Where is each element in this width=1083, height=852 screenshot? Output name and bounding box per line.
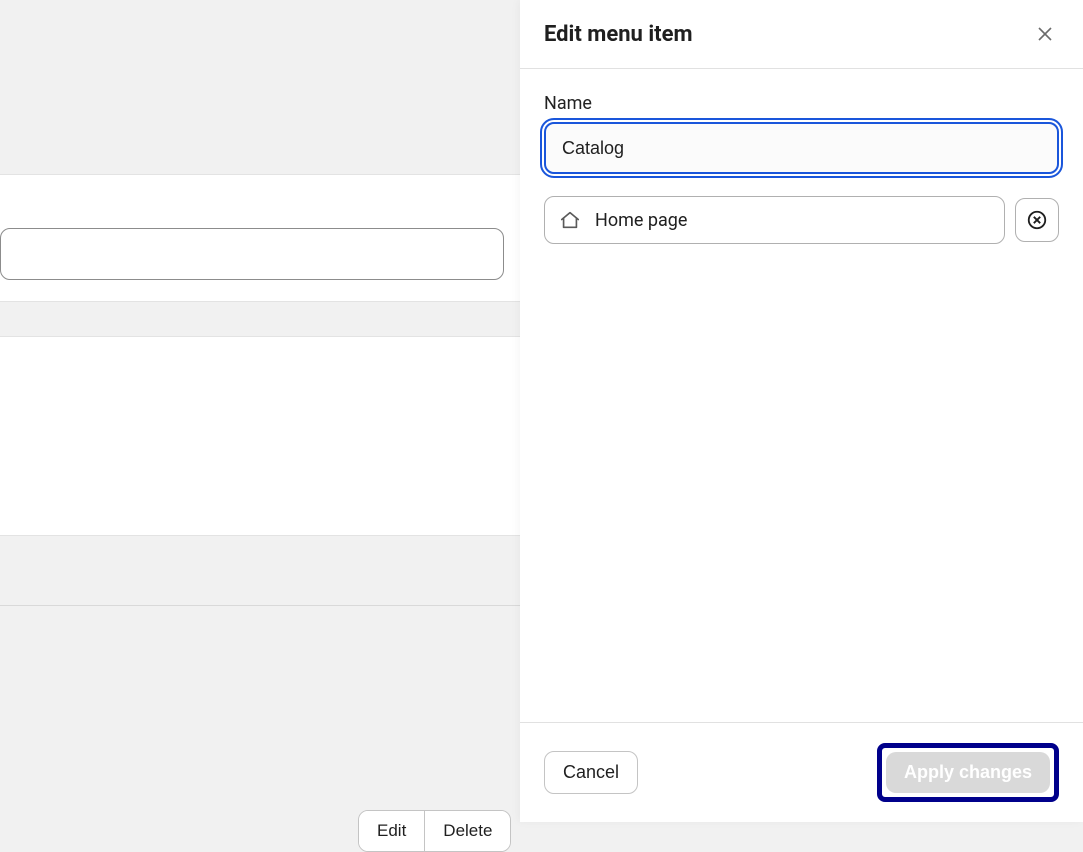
- clear-icon: [1026, 209, 1048, 231]
- apply-highlight: Apply changes: [877, 743, 1059, 802]
- background-card-2: Edit Delete: [0, 336, 520, 536]
- link-row: Home page: [544, 196, 1059, 244]
- cancel-button[interactable]: Cancel: [544, 751, 638, 794]
- edit-menu-item-panel: Edit menu item Name Home page: [520, 0, 1083, 822]
- panel-body: Name Home page: [520, 69, 1083, 722]
- item-action-group: Edit Delete: [358, 810, 511, 852]
- link-label: Home page: [595, 210, 687, 231]
- link-select[interactable]: Home page: [544, 196, 1005, 244]
- name-label: Name: [544, 93, 1059, 114]
- close-button[interactable]: [1031, 20, 1059, 48]
- apply-changes-button[interactable]: Apply changes: [886, 752, 1050, 793]
- clear-link-button[interactable]: [1015, 198, 1059, 242]
- panel-header: Edit menu item: [520, 0, 1083, 69]
- edit-button[interactable]: Edit: [359, 811, 425, 851]
- home-icon: [559, 209, 581, 231]
- background-card-3: [0, 560, 520, 606]
- background-input[interactable]: [0, 228, 504, 280]
- panel-footer: Cancel Apply changes: [520, 722, 1083, 822]
- name-input[interactable]: [544, 122, 1059, 174]
- panel-title: Edit menu item: [544, 22, 693, 47]
- close-icon: [1035, 24, 1055, 44]
- delete-button[interactable]: Delete: [425, 811, 510, 851]
